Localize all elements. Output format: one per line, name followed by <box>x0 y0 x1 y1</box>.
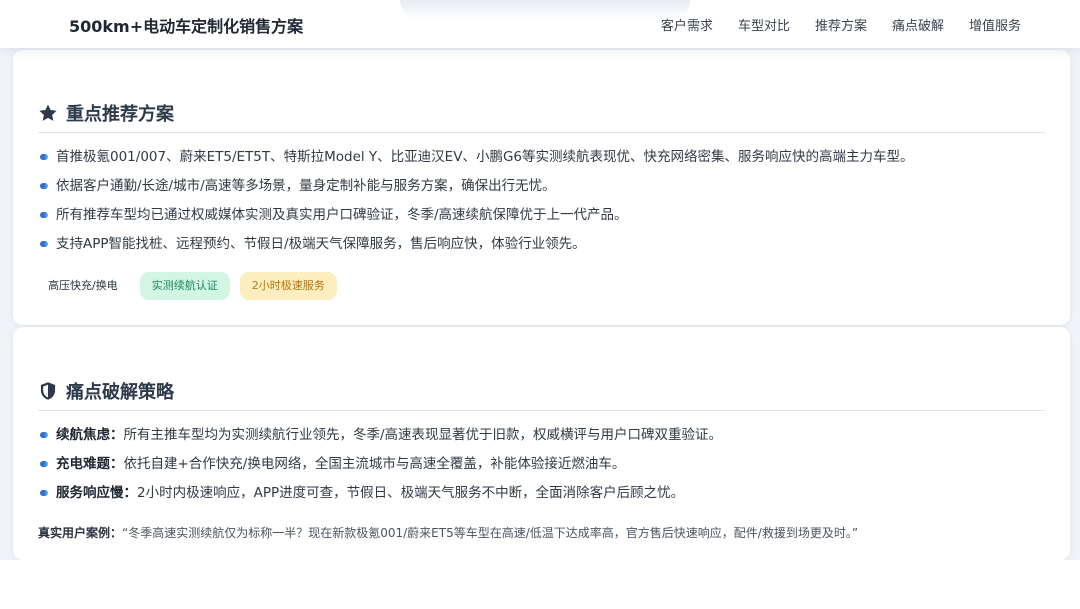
top-navbar: 500km+电动车定制化销售方案 客户需求 车型对比 推荐方案 痛点破解 增值服… <box>0 0 1080 48</box>
user-case-note: 真实用户案例：“冬季高速实测续航仅为标称一半？现在新款极氪001/蔚来ET5等车… <box>38 524 1045 541</box>
recommend-card: 重点推荐方案 首推极氪001/007、蔚来ET5/ET5T、特斯拉Model Y… <box>13 50 1070 325</box>
list-item: 首推极氪001/007、蔚来ET5/ET5T、特斯拉Model Y、比亚迪汉EV… <box>38 146 1045 175</box>
tag-fast-charge: 高压快充/换电 <box>48 279 118 292</box>
painpoint-text: 2小时内极速响应，APP进度可查，节假日、极端天气服务不中断，全面消除客户后顾之… <box>137 485 685 501</box>
painpoints-list: 续航焦虑：所有主推车型均为实测续航行业领先，冬季/高速表现显著优于旧款，权威横评… <box>38 424 1045 511</box>
nav-link-recommend[interactable]: 推荐方案 <box>815 15 867 34</box>
nav-link-value-added[interactable]: 增值服务 <box>969 15 1021 34</box>
shield-icon <box>38 381 58 401</box>
star-icon <box>38 103 58 123</box>
nav-link-painpoints[interactable]: 痛点破解 <box>892 15 944 34</box>
painpoint-text: 所有主推车型均为实测续航行业领先，冬季/高速表现显著优于旧款，权威横评与用户口碑… <box>123 427 723 443</box>
painpoint-label: 服务响应慢： <box>56 485 137 501</box>
painpoints-header: 痛点破解策略 <box>38 378 1045 411</box>
brand-title: 500km+电动车定制化销售方案 <box>69 17 304 36</box>
user-case-label: 真实用户案例： <box>38 526 123 540</box>
list-item: 充电难题：依托自建+合作快充/换电网络，全国主流城市与高速全覆盖，补能体验接近燃… <box>38 453 1045 482</box>
nav-link-model-compare[interactable]: 车型对比 <box>738 15 790 34</box>
nav-link-customer-needs[interactable]: 客户需求 <box>661 15 713 34</box>
list-item: 续航焦虑：所有主推车型均为实测续航行业领先，冬季/高速表现显著优于旧款，权威横评… <box>38 424 1045 453</box>
recommend-title: 重点推荐方案 <box>66 104 174 125</box>
feature-tags: 高压快充/换电 实测续航认证 2小时极速服务 <box>38 272 1045 300</box>
nav-links: 客户需求 车型对比 推荐方案 痛点破解 增值服务 <box>661 15 1021 34</box>
user-case-text: “冬季高速实测续航仅为标称一半？现在新款极氪001/蔚来ET5等车型在高速/低温… <box>122 526 859 540</box>
page-bottom <box>0 560 1080 609</box>
tag-range-certified: 实测续航认证 <box>139 272 230 300</box>
painpoints-card: 痛点破解策略 续航焦虑：所有主推车型均为实测续航行业领先，冬季/高速表现显著优于… <box>13 327 1070 560</box>
painpoint-label: 充电难题： <box>56 456 124 472</box>
list-item: 服务响应慢：2小时内极速响应，APP进度可查，节假日、极端天气服务不中断，全面消… <box>38 482 1045 511</box>
recommend-list: 首推极氪001/007、蔚来ET5/ET5T、特斯拉Model Y、比亚迪汉EV… <box>38 146 1045 262</box>
painpoint-text: 依托自建+合作快充/换电网络，全国主流城市与高速全覆盖，补能体验接近燃油车。 <box>123 456 626 472</box>
list-item: 所有推荐车型均已通过权威媒体实测及真实用户口碑验证，冬季/高速续航保障优于上一代… <box>38 204 1045 233</box>
list-item: 支持APP智能找桩、远程预约、节假日/极端天气保障服务，售后响应快，体验行业领先… <box>38 233 1045 262</box>
tag-fast-service: 2小时极速服务 <box>239 272 337 300</box>
painpoint-label: 续航焦虑： <box>56 427 124 443</box>
navbar-glow <box>400 0 690 20</box>
painpoints-title: 痛点破解策略 <box>66 382 174 403</box>
recommend-header: 重点推荐方案 <box>38 100 1045 133</box>
list-item: 依据客户通勤/长途/城市/高速等多场景，量身定制补能与服务方案，确保出行无忧。 <box>38 175 1045 204</box>
